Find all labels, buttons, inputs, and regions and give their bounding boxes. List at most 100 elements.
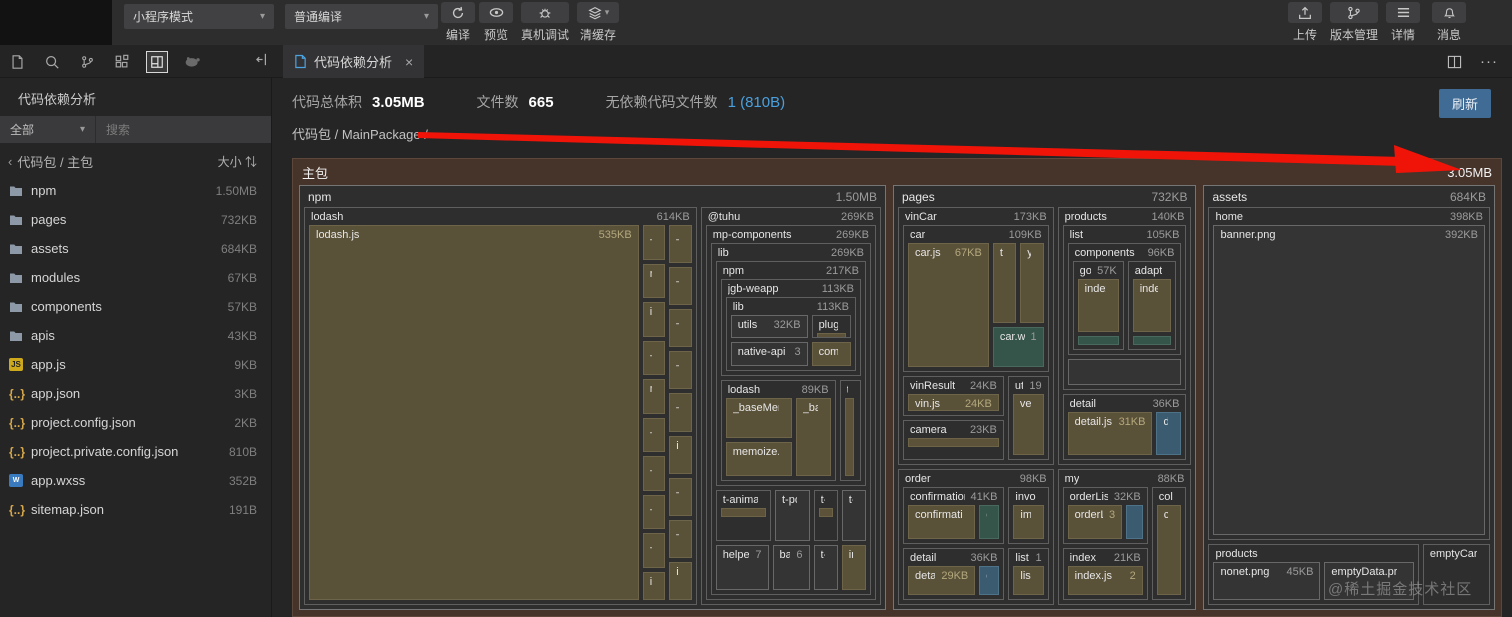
compile-button[interactable]: 编译 (441, 2, 475, 43)
back-chevron-icon[interactable]: ‹ (8, 154, 12, 169)
treemap-node[interactable]: ind (841, 545, 866, 590)
breadcrumb[interactable]: 代码包 / MainPackage / (272, 112, 1512, 143)
treemap-node[interactable]: me (642, 263, 666, 299)
treemap-node[interactable]: vinCar173KBcar109KBcar.js67KBtypeyeacar.… (898, 207, 1054, 465)
file-row[interactable]: assets 684KB (0, 234, 271, 263)
treemap-node[interactable]: orderList 32KB orderList.js 3 or (1062, 486, 1148, 544)
treemap-node[interactable]: jgb-weapp 113KB lib 113KB utils 32KB plugi nati… (720, 279, 861, 376)
file-row[interactable]: {..} sitemap.json 191B (0, 495, 271, 524)
treemap-node[interactable]: col (1156, 504, 1182, 595)
file-row[interactable]: {..} project.config.json 2KB (0, 408, 271, 437)
treemap-node[interactable]: inde (1132, 279, 1172, 332)
file-row[interactable]: Wapp.wxss 352B (0, 466, 271, 495)
treemap-node[interactable]: me (642, 379, 666, 414)
stat-value-link[interactable]: 1 (810B) (728, 94, 786, 111)
treemap-node[interactable]: home 398KB banner.png 392KB (1208, 207, 1490, 540)
file-explorer-icon[interactable] (6, 51, 28, 73)
treemap-node[interactable]: my 88KB orderList 32KB orderList.js 3 or index 2… (1057, 468, 1192, 605)
treemap-node[interactable]: cc (979, 504, 1000, 539)
treemap-node[interactable]: im (1013, 504, 1044, 539)
treemap-node[interactable]: t-animat (715, 490, 771, 542)
treemap-node[interactable]: components 96KB goods 57K index.js adapt inde (1067, 243, 1182, 355)
treemap-node[interactable]: pages 732KB vinCar 173KB car 109KB car.js 67KB t… (893, 185, 1197, 610)
file-row[interactable]: modules 67KB (0, 263, 271, 292)
treemap-node[interactable]: detail 36KB detail.js 29KB de (903, 547, 1005, 600)
treemap-node[interactable]: list 1 lis (1008, 547, 1049, 600)
treemap-node[interactable]: goods 57K index.js (1072, 261, 1124, 350)
treemap-node[interactable]: car.js 67KB (908, 243, 989, 368)
treemap-node[interactable]: _ba (669, 351, 692, 390)
treemap-node[interactable]: _ba (642, 225, 666, 260)
treemap-node[interactable]: index 21KB index.js 2 (1062, 547, 1148, 600)
treemap-node[interactable]: _ba (669, 309, 692, 348)
file-row[interactable]: {..} project.private.config.json 810B (0, 437, 271, 466)
treemap-node[interactable]: _ba (669, 393, 692, 432)
treemap-node[interactable]: detail.js 31KB (1067, 411, 1153, 455)
treemap-node[interactable]: native-api 3 (730, 342, 808, 366)
treemap-node[interactable]: _bas (795, 397, 831, 477)
clear-cache-button[interactable]: ▾ 清缓存 (577, 2, 619, 43)
treemap-node[interactable]: lodash614KBlodash.js535KB_bameisPl_bame_… (304, 207, 697, 605)
treemap-node[interactable]: index.js (1077, 279, 1119, 332)
treemap-node[interactable]: vinResult 24KB vin.js 24KB (903, 376, 1004, 416)
treemap-node[interactable]: camera 23KB (903, 419, 1004, 460)
treemap-node[interactable]: confirmation 41KB confirmation.js cc (903, 486, 1005, 544)
more-actions-icon[interactable]: ··· (1480, 53, 1498, 70)
treemap-node[interactable]: lis (1013, 565, 1044, 595)
treemap-node[interactable]: utils 32KB (730, 315, 808, 339)
treemap-node[interactable]: tsl (839, 379, 861, 482)
treemap-node[interactable]: _ar (669, 267, 692, 306)
compile-dropdown[interactable]: 普通编译 ▾ (285, 4, 438, 29)
treemap-node[interactable]: banner.png 392KB (1213, 225, 1485, 535)
extensions-grid-icon[interactable] (111, 51, 133, 73)
treemap-node[interactable]: _ge (642, 417, 666, 453)
treemap-node[interactable]: d (1156, 411, 1182, 455)
treemap-node[interactable]: detail 36KB detail.js 31KB d (1062, 393, 1187, 460)
file-row[interactable]: components 57KB (0, 292, 271, 321)
treemap-node[interactable]: or (1126, 504, 1143, 539)
treemap-node[interactable]: _ov (642, 456, 666, 491)
treemap-node[interactable]: detail.js 29KB (908, 565, 976, 595)
treemap-node[interactable]: order98KBconfirmation41KBconfirmation.js… (898, 468, 1054, 605)
treemap-node[interactable]: comp (811, 342, 851, 366)
treemap-node[interactable]: _cu (669, 477, 692, 516)
treemap-node[interactable]: _ba (642, 340, 666, 376)
treemap-node[interactable]: isA (669, 561, 692, 600)
treemap-node[interactable]: index.js 2 (1067, 565, 1143, 595)
messages-button[interactable]: 消息 (1432, 2, 1466, 43)
treemap-node[interactable]: colle col (1151, 486, 1187, 600)
close-icon[interactable]: × (405, 54, 413, 70)
tab-code-dependency-analysis[interactable]: 代码依赖分析 × (283, 45, 425, 78)
treemap-node[interactable]: car.wxss 1 (992, 327, 1044, 368)
treemap-node[interactable]: isPl (642, 302, 666, 337)
treemap-node[interactable]: plugi (811, 315, 851, 339)
treemap-node[interactable]: emptyCar.png (1422, 543, 1490, 605)
treemap-node[interactable]: lodash 89KB _baseMerg memoize.js _bas (720, 379, 836, 482)
upload-button[interactable]: 上传 (1288, 2, 1322, 43)
treemap-stub-box[interactable] (1067, 358, 1182, 385)
treemap-node[interactable]: _baseMerg (725, 397, 792, 439)
refresh-button[interactable]: 刷新 (1438, 89, 1491, 118)
treemap-node[interactable]: lodash.js 535KB (309, 225, 639, 600)
file-row[interactable]: JS app.js 9KB (0, 350, 271, 379)
treemap-node[interactable]: _ba (669, 225, 692, 264)
treemap-node[interactable]: npm 217KB jgb-weapp 113KB lib 113KB utils 32KB p… (715, 261, 866, 487)
treemap-node[interactable]: assets 684KB home 398KB banner.png 392KB produ… (1203, 185, 1495, 610)
treemap-node[interactable]: t-n (813, 490, 838, 542)
treemap-node[interactable]: t-b (813, 545, 838, 590)
treemap-node[interactable]: @tuhu 269KB mp-components 269KB lib 269KB npm 2… (700, 207, 881, 605)
mode-dropdown[interactable]: 小程序模式 ▾ (124, 4, 274, 29)
search-input[interactable] (96, 116, 271, 143)
treemap-node[interactable]: _cr (669, 519, 692, 558)
treemap-node[interactable]: adapt inde (1127, 261, 1177, 350)
treemap-node[interactable]: memoize.js (725, 442, 792, 477)
search-icon[interactable] (41, 51, 63, 73)
treemap-node[interactable]: confirmation.js (908, 504, 976, 539)
treemap-node[interactable]: lib 269KB npm 217KB jgb-weapp 113KB lib 113KB ut… (710, 243, 871, 595)
treemap-node[interactable]: list 105KB components 96KB goods 57K index.js a… (1062, 225, 1187, 390)
sort-by-size-control[interactable]: 大小 ⇅ (218, 153, 257, 170)
treemap-node[interactable]: isFuncti (642, 571, 666, 600)
treemap-node[interactable]: t-i (841, 490, 866, 542)
treemap-node[interactable]: isB (669, 435, 692, 474)
treemap-node[interactable]: invoi im (1008, 486, 1049, 544)
